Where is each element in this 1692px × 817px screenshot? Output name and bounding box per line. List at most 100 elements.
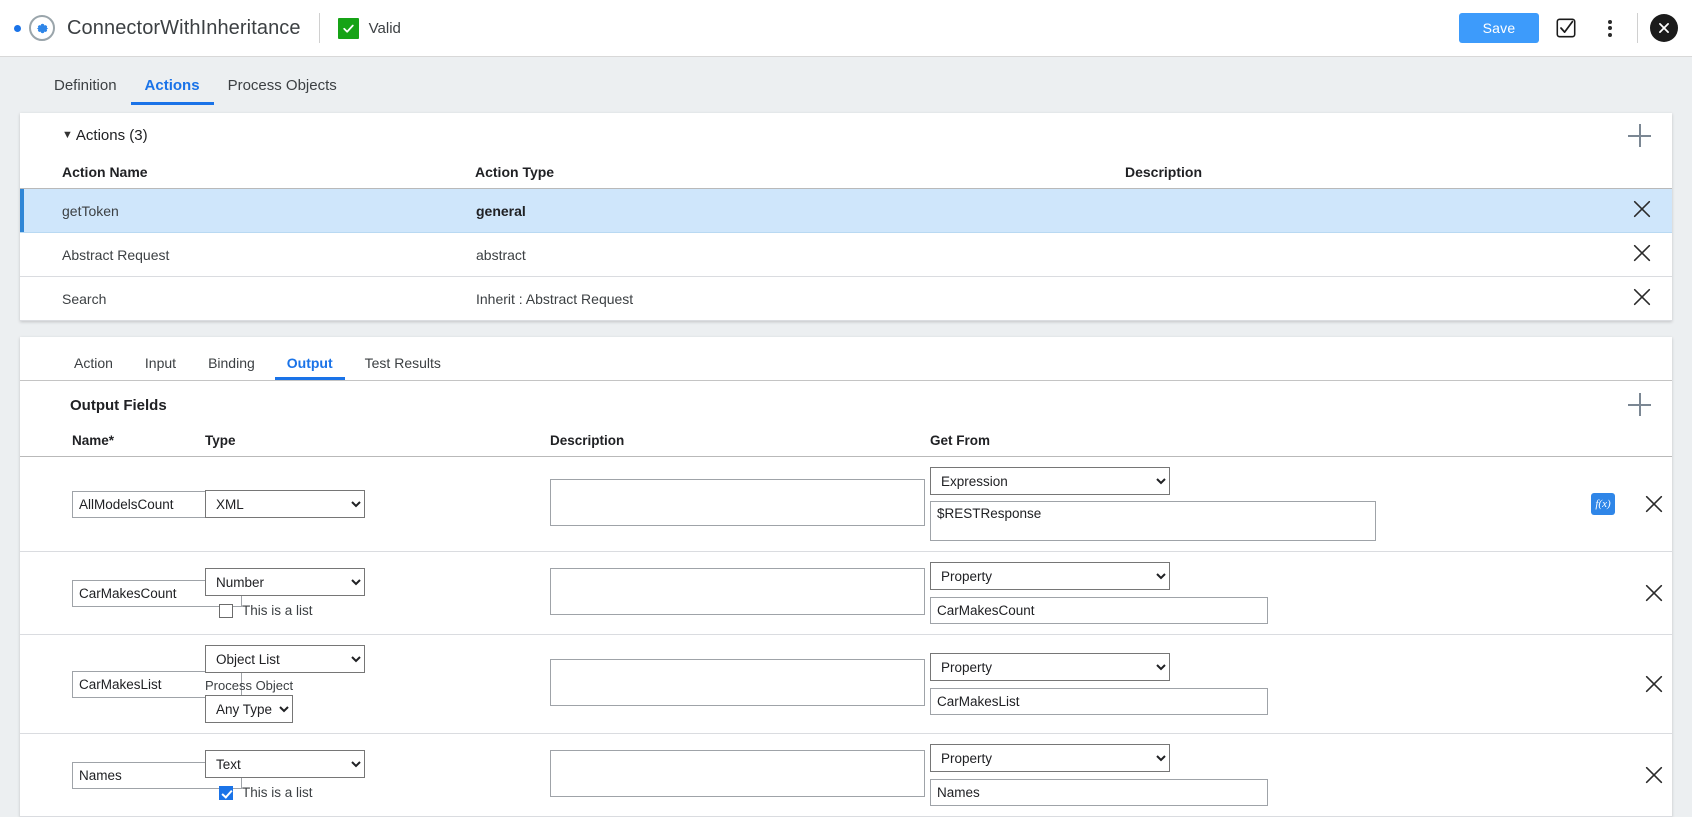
field-type-select[interactable]: Number [205, 568, 365, 596]
field-description-input[interactable] [550, 568, 925, 615]
field-type-select[interactable]: Object List [205, 645, 365, 673]
action-name: Search [20, 276, 475, 321]
validate-button[interactable] [1549, 11, 1583, 45]
gear-icon [29, 15, 55, 41]
check-icon [337, 17, 359, 39]
actions-title: Actions (3) [75, 127, 148, 144]
tab-test-results[interactable]: Test Results [353, 356, 453, 380]
action-details-panel: Action Input Binding Output Test Results… [20, 337, 1672, 817]
output-field-row: Text This is a list Property [20, 733, 1672, 817]
name-cell [20, 456, 242, 552]
column-delete [1567, 429, 1672, 457]
description-cell [550, 456, 930, 552]
table-row[interactable]: Search Inherit : Abstract Request [20, 276, 1672, 321]
collapse-caret-icon[interactable]: ▼ [62, 130, 73, 141]
get-from-cell: Expression $RESTResponse [930, 456, 1567, 552]
status-badge: Valid [368, 19, 401, 37]
tab-action[interactable]: Action [62, 356, 125, 380]
is-list-checkbox[interactable] [219, 603, 233, 618]
tab-actions[interactable]: Actions [130, 78, 214, 105]
get-from-select[interactable]: Property [930, 653, 1170, 681]
actions-panel: ▼ Actions (3) Action Name Action Type De… [20, 113, 1672, 321]
output-fields-title: Output Fields [70, 396, 167, 414]
fx-button[interactable]: f(x) [1591, 493, 1615, 515]
get-from-cell: Property [930, 733, 1567, 817]
field-description-input[interactable] [550, 479, 925, 526]
get-from-select[interactable]: Property [930, 744, 1170, 772]
table-row[interactable]: Abstract Request abstract [20, 232, 1672, 277]
tab-definition[interactable]: Definition [40, 78, 131, 105]
get-from-select[interactable]: Expression [930, 467, 1170, 495]
action-type: abstract [475, 232, 1125, 277]
tab-input[interactable]: Input [133, 356, 188, 380]
table-row[interactable]: getToken general [20, 188, 1672, 233]
divider [1637, 13, 1638, 43]
get-from-property-input[interactable] [930, 597, 1268, 624]
tab-process-objects[interactable]: Process Objects [214, 78, 351, 105]
output-field-row: Object List Process Object Any Type Prop… [20, 634, 1672, 734]
divider [318, 13, 320, 43]
column-description: Description [550, 429, 930, 457]
field-type-select[interactable]: Text [205, 750, 365, 778]
action-name: getToken [20, 188, 475, 233]
column-description: Description [1125, 158, 1612, 189]
delete-cell [1612, 232, 1672, 277]
close-icon[interactable] [1643, 582, 1665, 604]
output-fields-header: Output Fields [20, 381, 1672, 429]
get-from-select[interactable]: Property [930, 562, 1170, 590]
get-from-cell: Property [930, 551, 1567, 635]
add-output-field-button[interactable] [1628, 393, 1652, 417]
process-object-select[interactable]: Any Type [205, 695, 293, 723]
more-vertical-icon[interactable] [1593, 11, 1627, 45]
tab-output[interactable]: Output [274, 356, 345, 380]
field-description-input[interactable] [550, 750, 925, 797]
sub-tabs: Action Input Binding Output Test Results [20, 337, 1672, 381]
close-icon[interactable] [1643, 764, 1665, 786]
type-cell: XML [205, 456, 550, 552]
column-type: Type [205, 429, 550, 457]
type-cell: Object List Process Object Any Type [205, 634, 550, 734]
column-get-from: Get From [930, 429, 1567, 457]
action-description [1125, 232, 1612, 277]
description-cell [550, 634, 930, 734]
column-name: Name* [20, 429, 205, 457]
name-cell [20, 733, 242, 817]
type-cell: Number This is a list [205, 551, 550, 635]
action-name: Abstract Request [20, 232, 475, 277]
save-button[interactable]: Save [1459, 13, 1539, 43]
get-from-expression-input[interactable]: $RESTResponse [930, 501, 1376, 541]
get-from-property-input[interactable] [930, 779, 1268, 806]
is-list-row: This is a list [219, 785, 550, 800]
is-list-row: This is a list [219, 603, 550, 618]
get-from-cell: Property [930, 634, 1567, 734]
actions-table-header: Action Name Action Type Description [20, 158, 1672, 189]
delete-cell [1612, 188, 1672, 233]
close-circle-icon[interactable] [1650, 14, 1678, 42]
description-cell [550, 733, 930, 817]
close-icon[interactable] [1643, 493, 1665, 515]
close-icon[interactable] [1631, 286, 1653, 308]
output-field-row: Number This is a list Property [20, 551, 1672, 635]
tab-binding[interactable]: Binding [196, 356, 267, 380]
is-list-checkbox[interactable] [219, 785, 233, 800]
row-actions-cell: f(x) [1567, 456, 1672, 552]
field-type-select[interactable]: XML [205, 490, 365, 518]
close-icon[interactable] [1643, 673, 1665, 695]
close-icon[interactable] [1631, 198, 1653, 220]
field-description-input[interactable] [550, 659, 925, 706]
add-action-button[interactable] [1628, 123, 1652, 148]
description-cell [550, 551, 930, 635]
titlebar-actions: Save [1459, 11, 1678, 45]
column-action-name: Action Name [20, 158, 475, 189]
process-object-label: Process Object [205, 678, 294, 693]
close-icon[interactable] [1631, 242, 1653, 264]
get-from-property-input[interactable] [930, 688, 1268, 715]
row-actions-cell [1567, 551, 1672, 635]
type-cell: Text This is a list [205, 733, 550, 817]
column-action-type: Action Type [475, 158, 1125, 189]
action-type: general [475, 188, 1125, 233]
status-dot [14, 24, 21, 32]
delete-cell [1612, 276, 1672, 321]
name-cell [20, 634, 242, 734]
output-fields-table-header: Name* Type Description Get From [20, 429, 1672, 457]
